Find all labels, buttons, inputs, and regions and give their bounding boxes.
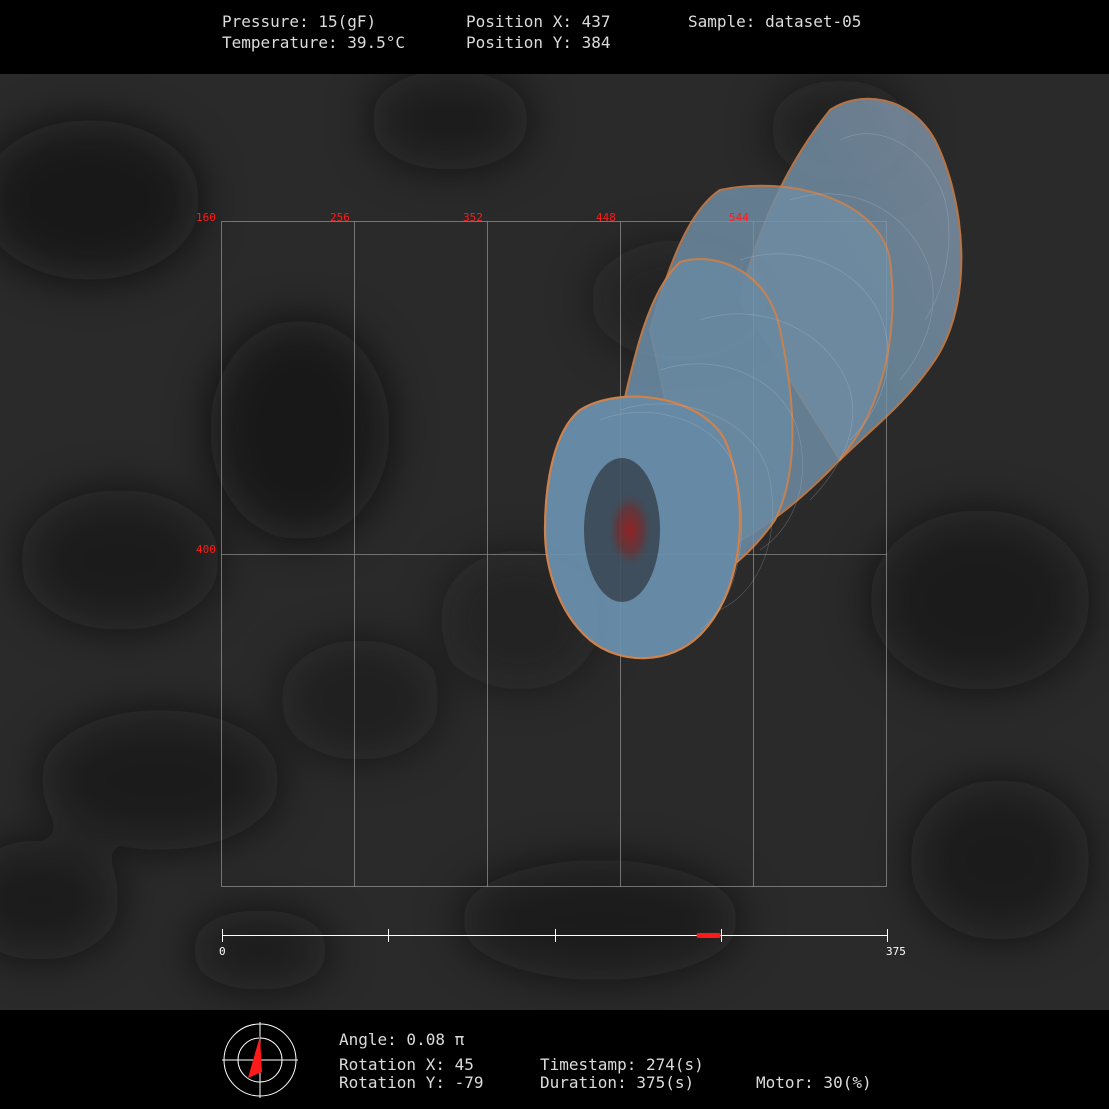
grid-x-tick-label: 352 [463, 211, 483, 224]
position-y-readout: Position Y: 384 [466, 33, 611, 52]
grid-y-tick-label: 400 [196, 543, 216, 556]
grid-x-tick-label: 448 [596, 211, 616, 224]
duration-readout: Duration: 375(s) [540, 1073, 695, 1092]
timeline-end-label: 375 [886, 945, 906, 958]
rotation-x-readout: Rotation X: 45 [339, 1055, 474, 1074]
position-x-readout: Position X: 437 [466, 12, 611, 31]
timeline-playhead[interactable] [696, 933, 721, 938]
motor-readout: Motor: 30(%) [756, 1073, 872, 1092]
grid-x-tick-label: 160 [196, 211, 216, 224]
visualization-viewport[interactable]: 160 256 352 448 544 400 0 375 [0, 74, 1109, 1010]
top-info-bar: Pressure: 15(gF) Temperature: 39.5°C Pos… [0, 0, 1109, 74]
temperature-readout: Temperature: 39.5°C [222, 33, 406, 52]
pressure-readout: Pressure: 15(gF) [222, 12, 377, 31]
timestamp-readout: Timestamp: 274(s) [540, 1055, 704, 1074]
timeline-scrubber[interactable] [0, 919, 1109, 959]
grid-x-tick-label: 256 [330, 211, 350, 224]
scene-canvas [0, 74, 1090, 990]
compass-icon [222, 1022, 298, 1098]
timeline-start-label: 0 [219, 945, 226, 958]
sample-readout: Sample: dataset-05 [688, 12, 862, 31]
compass-needle [248, 1036, 262, 1078]
rotation-y-readout: Rotation Y: -79 [339, 1073, 484, 1092]
grid-x-tick-label: 544 [729, 211, 749, 224]
bottom-info-bar: Angle: 0.08 π Rotation X: 45 Rotation Y:… [0, 1010, 1109, 1109]
angle-readout: Angle: 0.08 π [339, 1030, 465, 1049]
